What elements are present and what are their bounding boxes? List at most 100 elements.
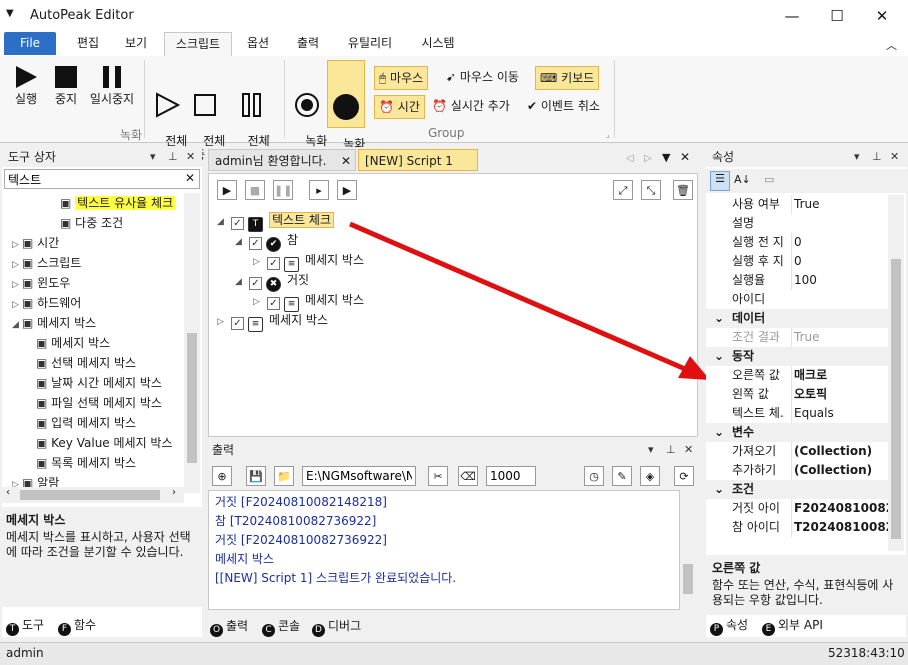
props-scrollbar[interactable]: [888, 195, 904, 551]
tab-output[interactable]: 출력: [286, 32, 330, 55]
node-checkbox[interactable]: ✓: [249, 277, 262, 290]
expand-icon[interactable]: ▷: [253, 252, 263, 272]
expand-icon[interactable]: ◢: [217, 212, 227, 232]
toolbox-item[interactable]: ▷ ▣ 하드웨어: [12, 293, 81, 313]
property-value[interactable]: F2024081008214: [791, 499, 888, 518]
node-checkbox[interactable]: ✓: [249, 237, 262, 250]
editor-step-button[interactable]: ▸: [309, 180, 329, 200]
expand-icon[interactable]: ▷: [12, 275, 22, 295]
property-row[interactable]: 사용 여부 True: [706, 195, 888, 214]
property-pages-icon[interactable]: ▭: [764, 173, 774, 186]
expand-icon[interactable]: ◢: [235, 232, 245, 252]
node-checkbox[interactable]: ✓: [231, 217, 244, 230]
eraser-icon[interactable]: ⌫: [458, 466, 478, 486]
clock-icon[interactable]: ◷: [584, 466, 604, 486]
tab-output-log[interactable]: O 출력: [210, 616, 248, 637]
app-menu-icon[interactable]: ▼: [6, 8, 14, 19]
property-row[interactable]: 가져오기 (Collection): [706, 442, 888, 461]
chevron-down-icon[interactable]: ⌄: [706, 423, 732, 442]
keyboard-toggle[interactable]: ⌨ 키보드: [535, 66, 600, 90]
run-button[interactable]: 실행: [8, 64, 44, 106]
toolbox-item[interactable]: ▷ ▣ 윈도우: [12, 273, 70, 293]
property-value[interactable]: 오토픽: [791, 385, 888, 404]
property-value[interactable]: True: [791, 195, 888, 214]
maximize-button[interactable]: ☐: [815, 4, 859, 28]
scroll-thumb[interactable]: [187, 333, 197, 463]
output-scrollbar[interactable]: [680, 490, 696, 610]
close-button[interactable]: ✕: [860, 4, 904, 28]
group-launcher-icon[interactable]: ⌟: [606, 130, 610, 139]
expand-icon[interactable]: ◢: [12, 315, 22, 335]
property-row[interactable]: 설명: [706, 214, 888, 233]
pause-button[interactable]: 일시중지: [86, 64, 138, 106]
toolbox-item[interactable]: ▣ 목록 메세지 박스: [36, 453, 136, 473]
property-row[interactable]: 추가하기 (Collection): [706, 461, 888, 480]
expand-icon[interactable]: ▷: [12, 255, 22, 275]
dropdown-icon[interactable]: ▾: [150, 147, 156, 167]
dropdown-icon[interactable]: ▾: [854, 147, 860, 167]
property-row[interactable]: 오른쪽 값 매크로: [706, 366, 888, 385]
script-node[interactable]: ◢ ✓ ✔ 참: [235, 230, 298, 252]
log-path-input[interactable]: [302, 466, 416, 486]
close-icon[interactable]: ✕: [890, 147, 899, 167]
chevron-down-icon[interactable]: ⌄: [706, 347, 732, 366]
property-value[interactable]: (Collection): [791, 442, 888, 461]
property-category[interactable]: ⌄ 데이터: [706, 309, 888, 328]
tab-edit[interactable]: 편집: [66, 32, 110, 55]
toolbox-search-input[interactable]: [5, 170, 180, 188]
tab-utility[interactable]: 유틸리티: [338, 32, 402, 55]
script-node[interactable]: ◢ ✓ ✖ 거짓: [235, 270, 309, 292]
close-icon[interactable]: ✕: [186, 147, 195, 167]
chevron-down-icon[interactable]: ⌄: [706, 480, 732, 499]
tab-properties[interactable]: P 속성: [710, 615, 748, 636]
tab-functions[interactable]: F 함수: [58, 615, 96, 636]
clear-search-icon[interactable]: ✕: [185, 171, 195, 185]
close-tab-icon[interactable]: ✕: [341, 150, 351, 172]
property-value[interactable]: 매크로: [791, 366, 888, 385]
editor-run-from-button[interactable]: ▶: [337, 180, 357, 200]
expand-icon[interactable]: ▷: [12, 235, 22, 255]
node-checkbox[interactable]: ✓: [267, 257, 280, 270]
brush-icon[interactable]: ✎: [612, 466, 632, 486]
property-value[interactable]: 0: [791, 233, 888, 252]
property-value[interactable]: True: [791, 328, 888, 347]
expand-all-icon[interactable]: ⤢: [613, 180, 633, 200]
property-row[interactable]: 텍스트 체. Equals: [706, 404, 888, 423]
pin-icon[interactable]: ⊥: [168, 147, 178, 167]
editor-stop-button[interactable]: ■: [245, 180, 265, 200]
tab-external-api[interactable]: E 외부 API: [762, 615, 823, 636]
save-icon[interactable]: 💾: [246, 466, 266, 486]
property-value[interactable]: 0: [791, 252, 888, 271]
toolbox-item[interactable]: ▷ ▣ 시간: [12, 233, 59, 253]
next-tab-icon[interactable]: ▷: [644, 153, 652, 164]
doc-tab-script[interactable]: [NEW] Script 1: [358, 149, 478, 171]
delete-icon[interactable]: 🗑: [673, 180, 693, 200]
collapse-all-icon[interactable]: ⤡: [641, 180, 661, 200]
new-log-icon[interactable]: ⊕: [212, 466, 232, 486]
toolbox-item[interactable]: ▣ 메세지 박스: [36, 333, 110, 353]
toolbox-item[interactable]: ▣ 입력 메세지 박스: [36, 413, 136, 433]
property-row[interactable]: 아이디: [706, 290, 888, 309]
toolbox-item[interactable]: ▣ 텍스트 유사율 체크: [60, 193, 176, 213]
toolbox-item[interactable]: ▣ 파일 선택 메세지 박스: [36, 393, 162, 413]
close-doc-icon[interactable]: ✕: [680, 150, 690, 164]
property-value[interactable]: Equals: [791, 404, 888, 423]
chevron-down-icon[interactable]: ⌄: [706, 309, 732, 328]
stop-button[interactable]: 중지: [48, 64, 84, 106]
expand-icon[interactable]: ◢: [235, 272, 245, 292]
property-category[interactable]: ⌄ 동작: [706, 347, 888, 366]
event-cancel-toggle[interactable]: ✔ 이벤트 취소: [523, 95, 604, 117]
toolbox-scrollbar[interactable]: [184, 193, 200, 493]
open-folder-icon[interactable]: 📁: [274, 466, 294, 486]
script-node[interactable]: ◢ ✓ T 텍스트 체크: [217, 210, 335, 232]
pin-icon[interactable]: ⊥: [872, 147, 882, 167]
clear-format-icon[interactable]: ✂: [428, 466, 448, 486]
editor-run-button[interactable]: ▶: [217, 180, 237, 200]
tab-view[interactable]: 보기: [114, 32, 158, 55]
property-category[interactable]: ⌄ 변수: [706, 423, 888, 442]
property-row[interactable]: 참 아이디 T2024081008214: [706, 518, 888, 537]
property-row[interactable]: 조건 결과 True: [706, 328, 888, 347]
toolbox-item[interactable]: ▣ 날짜 시간 메세지 박스: [36, 373, 162, 393]
collapse-ribbon-icon[interactable]: ︿: [886, 37, 897, 53]
editor-pause-button[interactable]: ❚❚: [273, 180, 293, 200]
